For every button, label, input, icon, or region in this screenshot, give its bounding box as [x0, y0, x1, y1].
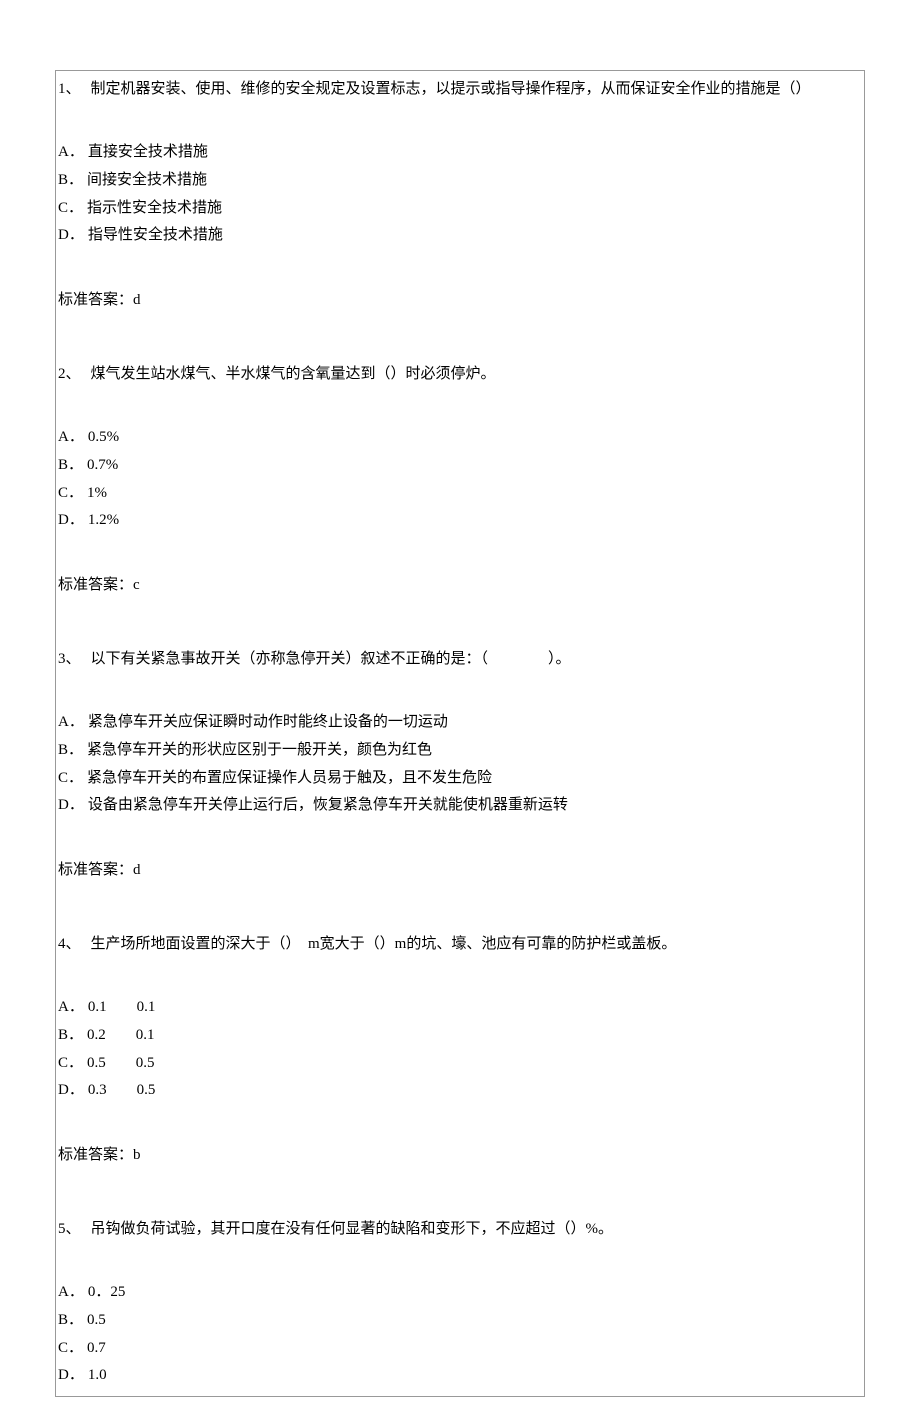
option-letter: D． — [58, 507, 84, 535]
question-body: 煤气发生站水煤气、半水煤气的含氧量达到（）时必须停炉。 — [91, 366, 496, 382]
answer-label: 标准答案： — [58, 1147, 133, 1163]
option-c: C．紧急停车开关的布置应保证操作人员易于触及，且不发生危险 — [58, 765, 862, 793]
option-text: 0.7% — [87, 457, 118, 473]
question-number: 4、 — [58, 932, 81, 956]
answer-label: 标准答案： — [58, 292, 133, 308]
question-text: 1、制定机器安装、使用、维修的安全规定及设置标志，以提示或指导操作程序，从而保证… — [58, 77, 862, 101]
option-b: B．0.2 0.1 — [58, 1022, 862, 1050]
option-letter: B． — [58, 167, 83, 195]
option-text: 指导性安全技术措施 — [88, 227, 223, 243]
question-number: 2、 — [58, 362, 81, 386]
options-list: A．0.5% B．0.7% C．1% D．1.2% — [58, 424, 862, 535]
option-b: B．0.7% — [58, 452, 862, 480]
option-b: B．间接安全技术措施 — [58, 167, 862, 195]
options-list: A．紧急停车开关应保证瞬时动作时能终止设备的一切运动 B．紧急停车开关的形状应区… — [58, 709, 862, 820]
option-b: B．0.5 — [58, 1307, 862, 1335]
option-letter: D． — [58, 222, 84, 250]
question-body: 生产场所地面设置的深大于（） m宽大于（）m的坑、壕、池应有可靠的防护栏或盖板。 — [91, 936, 677, 952]
answer-value: d — [133, 292, 141, 308]
document-container: 1、制定机器安装、使用、维修的安全规定及设置标志，以提示或指导操作程序，从而保证… — [55, 70, 865, 1397]
option-d: D．0.3 0.5 — [58, 1077, 862, 1105]
question-text: 4、生产场所地面设置的深大于（） m宽大于（）m的坑、壕、池应有可靠的防护栏或盖… — [58, 932, 862, 956]
question-text: 3、以下有关紧急事故开关（亦称急停开关）叙述不正确的是：（ ）。 — [58, 647, 862, 671]
option-text: 0.5 — [87, 1312, 106, 1328]
question-body: 吊钩做负荷试验，其开口度在没有任何显著的缺陷和变形下，不应超过（）%。 — [91, 1221, 614, 1237]
answer-line: 标准答案：d — [58, 858, 862, 882]
question-text: 5、吊钩做负荷试验，其开口度在没有任何显著的缺陷和变形下，不应超过（）%。 — [58, 1217, 862, 1241]
option-text: 指示性安全技术措施 — [87, 200, 222, 216]
question-body: 制定机器安装、使用、维修的安全规定及设置标志，以提示或指导操作程序，从而保证安全… — [91, 81, 811, 97]
question-number: 3、 — [58, 647, 81, 671]
option-d: D．1.2% — [58, 507, 862, 535]
option-text: 直接安全技术措施 — [88, 144, 208, 160]
option-letter: A． — [58, 994, 84, 1022]
option-letter: C． — [58, 480, 83, 508]
answer-value: d — [133, 862, 141, 878]
question-block: 4、生产场所地面设置的深大于（） m宽大于（）m的坑、壕、池应有可靠的防护栏或盖… — [58, 932, 862, 1167]
option-d: D．指导性安全技术措施 — [58, 222, 862, 250]
option-text: 1.2% — [88, 512, 119, 528]
option-letter: C． — [58, 1050, 83, 1078]
option-text: 紧急停车开关应保证瞬时动作时能终止设备的一切运动 — [88, 714, 448, 730]
option-text: 0.5% — [88, 429, 119, 445]
option-a: A．紧急停车开关应保证瞬时动作时能终止设备的一切运动 — [58, 709, 862, 737]
option-text: 1% — [87, 485, 107, 501]
option-a: A．直接安全技术措施 — [58, 139, 862, 167]
option-d: D．1.0 — [58, 1362, 862, 1390]
option-text: 0.2 0.1 — [87, 1027, 155, 1043]
question-block: 2、煤气发生站水煤气、半水煤气的含氧量达到（）时必须停炉。 A．0.5% B．0… — [58, 362, 862, 597]
option-text: 间接安全技术措施 — [87, 172, 207, 188]
question-text: 2、煤气发生站水煤气、半水煤气的含氧量达到（）时必须停炉。 — [58, 362, 862, 386]
question-body: 以下有关紧急事故开关（亦称急停开关）叙述不正确的是：（ ）。 — [91, 651, 571, 667]
option-c: C．0.5 0.5 — [58, 1050, 862, 1078]
question-block: 3、以下有关紧急事故开关（亦称急停开关）叙述不正确的是：（ ）。 A．紧急停车开… — [58, 647, 862, 882]
option-letter: B． — [58, 452, 83, 480]
answer-value: c — [133, 577, 140, 593]
answer-label: 标准答案： — [58, 862, 133, 878]
answer-label: 标准答案： — [58, 577, 133, 593]
option-d: D．设备由紧急停车开关停止运行后，恢复紧急停车开关就能使机器重新运转 — [58, 792, 862, 820]
answer-value: b — [133, 1147, 141, 1163]
option-letter: B． — [58, 1022, 83, 1050]
option-text: 0.3 0.5 — [88, 1082, 156, 1098]
option-letter: D． — [58, 792, 84, 820]
option-a: A．0.1 0.1 — [58, 994, 862, 1022]
option-c: C．0.7 — [58, 1335, 862, 1363]
option-c: C．1% — [58, 480, 862, 508]
option-b: B．紧急停车开关的形状应区别于一般开关，颜色为红色 — [58, 737, 862, 765]
option-text: 0.7 — [87, 1340, 106, 1356]
option-text: 1.0 — [88, 1367, 107, 1383]
question-block: 1、制定机器安装、使用、维修的安全规定及设置标志，以提示或指导操作程序，从而保证… — [58, 77, 862, 312]
option-c: C．指示性安全技术措施 — [58, 195, 862, 223]
option-text: 紧急停车开关的形状应区别于一般开关，颜色为红色 — [87, 742, 432, 758]
answer-line: 标准答案：c — [58, 573, 862, 597]
option-letter: A． — [58, 424, 84, 452]
option-letter: C． — [58, 1335, 83, 1363]
options-list: A．直接安全技术措施 B．间接安全技术措施 C．指示性安全技术措施 D．指导性安… — [58, 139, 862, 250]
option-letter: B． — [58, 737, 83, 765]
option-letter: D． — [58, 1362, 84, 1390]
option-text: 紧急停车开关的布置应保证操作人员易于触及，且不发生危险 — [87, 770, 492, 786]
option-letter: C． — [58, 195, 83, 223]
option-a: A．0.5% — [58, 424, 862, 452]
options-list: A．0.1 0.1 B．0.2 0.1 C．0.5 0.5 D．0.3 0.5 — [58, 994, 862, 1105]
option-text: 0．25 — [88, 1284, 126, 1300]
option-letter: C． — [58, 765, 83, 793]
option-letter: A． — [58, 709, 84, 737]
option-text: 设备由紧急停车开关停止运行后，恢复紧急停车开关就能使机器重新运转 — [88, 797, 568, 813]
option-letter: B． — [58, 1307, 83, 1335]
answer-line: 标准答案：b — [58, 1143, 862, 1167]
question-block: 5、吊钩做负荷试验，其开口度在没有任何显著的缺陷和变形下，不应超过（）%。 A．… — [58, 1217, 862, 1390]
question-number: 1、 — [58, 77, 81, 101]
option-text: 0.1 0.1 — [88, 999, 156, 1015]
answer-line: 标准答案：d — [58, 288, 862, 312]
option-text: 0.5 0.5 — [87, 1055, 155, 1071]
question-number: 5、 — [58, 1217, 81, 1241]
options-list: A．0．25 B．0.5 C．0.7 D．1.0 — [58, 1279, 862, 1390]
option-letter: D． — [58, 1077, 84, 1105]
option-letter: A． — [58, 139, 84, 167]
